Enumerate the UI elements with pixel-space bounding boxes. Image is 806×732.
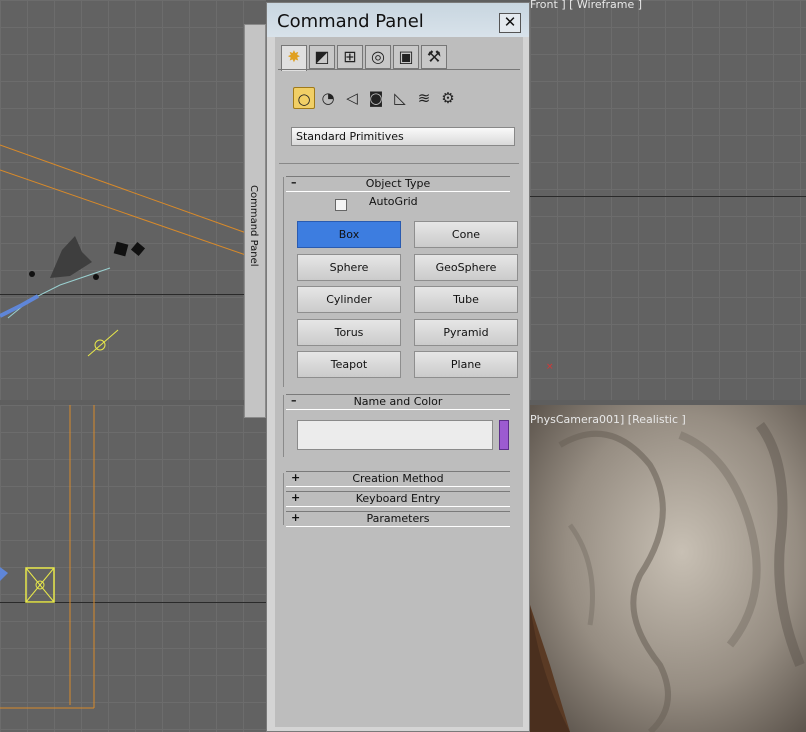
sphere-button[interactable]: Sphere bbox=[297, 254, 401, 281]
hierarchy-icon: ⊞ bbox=[343, 47, 357, 66]
side-tab-label: Command Panel bbox=[248, 185, 259, 267]
plane-button[interactable]: Plane bbox=[414, 351, 518, 378]
viewport-camera-label: PhysCamera001] [Realistic ] bbox=[530, 413, 686, 426]
shapes-icon: ◔ bbox=[321, 89, 335, 107]
rollout-title: Name and Color bbox=[353, 395, 443, 408]
command-panel: Command Panel ✕ ✸ ◩ ⊞ ◎ ▣ ⚒ ○ ◔ ◁ ◙ ◺ ≋ … bbox=[266, 2, 530, 732]
viewport-top-left[interactable] bbox=[0, 0, 266, 400]
display-icon: ▣ bbox=[398, 47, 414, 66]
rollout-title: Parameters bbox=[366, 512, 430, 525]
object-name-input[interactable] bbox=[297, 420, 493, 450]
category-cameras-button[interactable]: ◙ bbox=[365, 87, 387, 109]
tab-create[interactable]: ✸ bbox=[281, 45, 307, 71]
command-panel-title: Command Panel bbox=[277, 11, 424, 32]
modify-icon: ◩ bbox=[314, 47, 330, 66]
bottom-scene-drawing bbox=[0, 405, 95, 709]
dropdown-value: Standard Primitives bbox=[296, 130, 404, 143]
command-panel-side-tab[interactable]: Command Panel bbox=[244, 24, 266, 418]
geosphere-button[interactable]: GeoSphere bbox=[414, 254, 518, 281]
rollout-object-type-header[interactable]: – Object Type bbox=[286, 176, 510, 192]
section-divider bbox=[279, 163, 519, 164]
viewport-front[interactable]: Front ] [ Wireframe ] × bbox=[530, 0, 806, 400]
utilities-icon: ⚒ bbox=[426, 47, 442, 66]
motion-icon: ◎ bbox=[371, 47, 385, 66]
lights-icon: ◁ bbox=[346, 89, 358, 107]
rollout-parameters-header[interactable]: + Parameters bbox=[286, 511, 510, 527]
tab-modify[interactable]: ◩ bbox=[309, 45, 335, 69]
close-icon: ✕ bbox=[503, 13, 517, 31]
rollout-frame bbox=[283, 395, 284, 457]
viewport-axis-line bbox=[530, 196, 806, 197]
object-color-swatch[interactable] bbox=[499, 420, 509, 450]
axis-x-marker: × bbox=[546, 362, 554, 372]
rollout-title: Keyboard Entry bbox=[355, 492, 441, 505]
tab-utilities[interactable]: ⚒ bbox=[421, 45, 447, 69]
viewport-front-label: Front ] [ Wireframe ] bbox=[530, 0, 643, 11]
tab-hierarchy[interactable]: ⊞ bbox=[337, 45, 363, 69]
rollout-title: Object Type bbox=[365, 177, 431, 190]
category-geometry-button[interactable]: ○ bbox=[293, 87, 315, 109]
teapot-button[interactable]: Teapot bbox=[297, 351, 401, 378]
scene-objects-drawing bbox=[0, 144, 266, 357]
tab-motion[interactable]: ◎ bbox=[365, 45, 391, 69]
rollout-frame bbox=[283, 473, 284, 525]
tab-divider bbox=[278, 69, 520, 70]
cylinder-button[interactable]: Cylinder bbox=[297, 286, 401, 313]
category-helpers-button[interactable]: ◺ bbox=[389, 87, 411, 109]
cameras-icon: ◙ bbox=[368, 89, 384, 107]
rollout-frame bbox=[283, 177, 284, 387]
autogrid-checkbox[interactable] bbox=[335, 199, 347, 211]
viewport-camera[interactable]: PhysCamera001] [Realistic ] bbox=[530, 405, 806, 732]
geometry-icon: ○ bbox=[297, 90, 311, 108]
pyramid-button[interactable]: Pyramid bbox=[414, 319, 518, 346]
systems-icon: ⚙ bbox=[441, 89, 455, 107]
category-space-warps-button[interactable]: ≋ bbox=[413, 87, 435, 109]
tube-button[interactable]: Tube bbox=[414, 286, 518, 313]
rollout-creation-method-header[interactable]: + Creation Method bbox=[286, 471, 510, 487]
create-icon: ✸ bbox=[287, 47, 301, 66]
cone-button[interactable]: Cone bbox=[414, 221, 518, 248]
primitive-type-dropdown[interactable]: Standard Primitives bbox=[291, 127, 515, 146]
category-systems-button[interactable]: ⚙ bbox=[437, 87, 459, 109]
category-lights-button[interactable]: ◁ bbox=[341, 87, 363, 109]
torus-button[interactable]: Torus bbox=[297, 319, 401, 346]
autogrid-label: AutoGrid bbox=[369, 195, 418, 208]
command-panel-body: ✸ ◩ ⊞ ◎ ▣ ⚒ ○ ◔ ◁ ◙ ◺ ≋ ⚙ Standard Primi… bbox=[275, 37, 523, 727]
helpers-icon: ◺ bbox=[394, 89, 406, 107]
category-shapes-button[interactable]: ◔ bbox=[317, 87, 339, 109]
close-button[interactable]: ✕ bbox=[499, 13, 521, 33]
box-button[interactable]: Box bbox=[297, 221, 401, 248]
rollout-title: Creation Method bbox=[352, 472, 444, 485]
space-warps-icon: ≋ bbox=[417, 89, 431, 107]
viewport-bottom-left[interactable] bbox=[0, 405, 266, 732]
rollout-name-and-color-header[interactable]: – Name and Color bbox=[286, 394, 510, 410]
tab-display[interactable]: ▣ bbox=[393, 45, 419, 69]
rollout-keyboard-entry-header[interactable]: + Keyboard Entry bbox=[286, 491, 510, 507]
command-panel-titlebar[interactable]: Command Panel ✕ bbox=[267, 3, 529, 37]
cloth-render bbox=[530, 405, 806, 732]
